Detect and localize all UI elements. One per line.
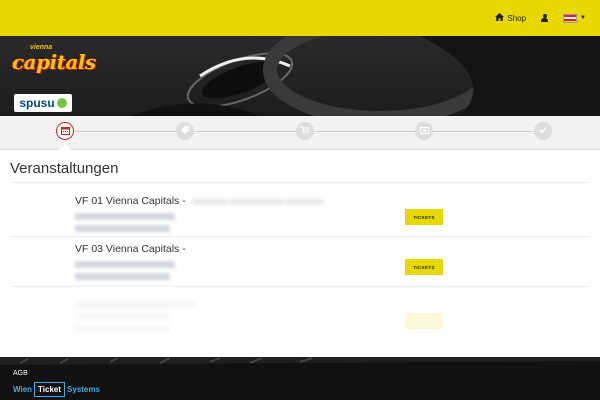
agb-link[interactable]: AGB [13, 370, 28, 377]
step-tag[interactable] [176, 122, 194, 140]
brand-right: Systems [67, 385, 100, 394]
austria-flag-icon [563, 13, 578, 23]
wien-ticket-systems-logo[interactable]: Wien Ticket Systems [13, 382, 100, 397]
chevron-down-icon: ▼ [580, 15, 586, 21]
tickets-button[interactable]: TICKETS [405, 259, 443, 275]
top-nav: Shop ▼ [495, 0, 586, 36]
calendar-icon [60, 126, 70, 137]
language-selector[interactable]: ▼ [563, 13, 586, 23]
step-ticket[interactable] [415, 122, 433, 140]
redacted-line [75, 325, 170, 332]
page-title: Veranstaltungen [10, 160, 119, 177]
event-title: VF 03 Vienna Capitals - [75, 243, 475, 255]
shop-link[interactable]: Shop [495, 13, 526, 23]
title-divider [10, 182, 590, 183]
redacted-opponent: ▬▬▬▬ ▬▬▬▬▬▬ ▬▬▬▬ [191, 195, 323, 205]
cart-icon [301, 126, 310, 136]
sponsor-logo: spusu [14, 94, 72, 112]
sponsor-name: spusu [19, 96, 55, 110]
step-calendar[interactable] [56, 122, 74, 140]
ticket-icon [419, 126, 429, 136]
footer: AGB Wien Ticket Systems [0, 357, 600, 400]
redacted-line [75, 225, 170, 232]
top-bar: Shop ▼ [0, 0, 600, 36]
redacted-line [75, 301, 195, 308]
hero-background [130, 36, 600, 116]
brand-box: Ticket [34, 382, 66, 397]
step-cart[interactable] [296, 122, 314, 140]
row-divider [10, 286, 590, 287]
brand-left: Wien [13, 385, 33, 394]
shop-label: Shop [507, 13, 527, 23]
user-icon[interactable] [540, 13, 549, 23]
event-name[interactable]: VF 03 Vienna Capitals - [75, 243, 186, 255]
redacted-line [75, 213, 175, 220]
row-divider [10, 236, 590, 237]
event-name[interactable]: VF 01 Vienna Capitals - [75, 195, 186, 207]
main-content: Veranstaltungen VF 01 Vienna Capitals - … [0, 150, 600, 357]
sponsor-mark-icon [56, 98, 67, 108]
step-check[interactable] [534, 122, 552, 140]
tickets-button[interactable]: TICKETS [405, 209, 443, 225]
hero-banner: vienna capitals spusu [0, 36, 600, 116]
home-icon [495, 13, 505, 23]
check-icon [539, 126, 547, 136]
checkout-steps [0, 116, 600, 150]
redacted-line [75, 313, 170, 320]
event-title: VF 01 Vienna Capitals - ▬▬▬▬ ▬▬▬▬▬▬ ▬▬▬▬ [75, 195, 475, 207]
tickets-button-faded[interactable] [405, 313, 443, 329]
redacted-line [75, 261, 175, 268]
tag-icon [181, 126, 189, 136]
redacted-line [75, 273, 170, 280]
club-logo[interactable]: capitals [12, 50, 96, 74]
